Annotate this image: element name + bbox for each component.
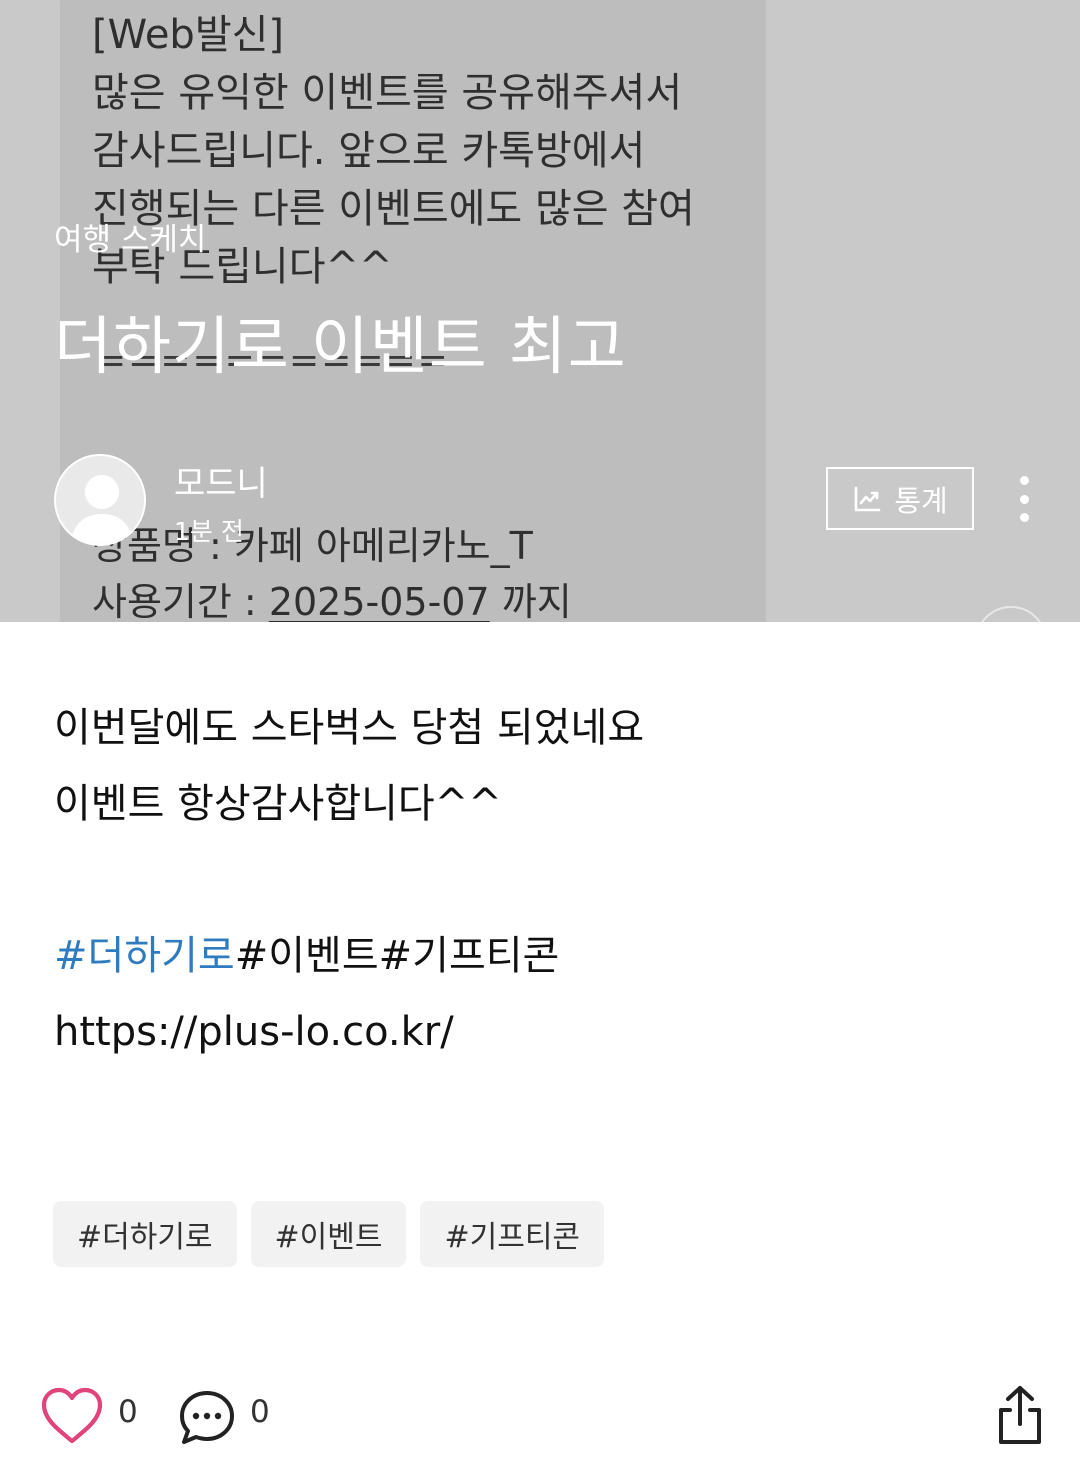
avatar[interactable]	[54, 454, 146, 546]
message-period-line: 사용기간 : 2025-05-07 까지	[92, 574, 572, 622]
post-cover: [Web발신] 많은 유익한 이벤트를 공유해주셔서 감사드립니다. 앞으로 카…	[0, 0, 1080, 622]
content-line: 이번달에도 스타벅스 당첨 되었네요	[54, 705, 645, 751]
stats-button-label: 통계	[894, 483, 948, 518]
avatar-icon	[56, 456, 144, 544]
post-time: 1분 전	[174, 517, 244, 546]
hashtag-link[interactable]: #더하기로	[54, 933, 235, 979]
post-category[interactable]: 여행 스케치	[54, 214, 206, 259]
post-actions: 0 0	[0, 1380, 1080, 1450]
message-period-date: 2025-05-07	[268, 580, 490, 622]
comment-count: 0	[250, 1394, 270, 1430]
like-count: 0	[118, 1394, 138, 1430]
cover-decoration	[975, 606, 1047, 622]
author-name[interactable]: 모드니	[174, 456, 268, 505]
comment-icon[interactable]	[178, 1388, 236, 1446]
more-vertical-icon[interactable]	[1004, 474, 1044, 524]
content-hashtags: #더하기로#이벤트#기프티콘	[54, 918, 1034, 994]
hashtag-text: #이벤트#기프티콘	[234, 933, 560, 979]
share-icon[interactable]	[995, 1384, 1045, 1446]
tag-chip[interactable]: #기프티콘	[420, 1201, 605, 1267]
content-line: 이벤트 항상감사합니다^^	[54, 781, 502, 827]
tag-chip[interactable]: #이벤트	[250, 1201, 407, 1267]
content-url: https://plus-lo.co.kr/	[54, 1009, 454, 1055]
chart-icon	[855, 486, 881, 511]
post-content: 이번달에도 스타벅스 당첨 되었네요 이벤트 항상감사합니다^^ #더하기로#이…	[54, 690, 1034, 1070]
message-period-suffix: 까지	[489, 580, 572, 622]
tag-chip[interactable]: #더하기로	[53, 1201, 237, 1267]
message-product-line: 상품명 : 카페 아메리카노_T	[92, 524, 533, 568]
message-period-label: 사용기간 :	[92, 580, 269, 622]
post-title: 더하기로 이벤트 최고	[54, 310, 627, 383]
tag-list: #더하기로 #이벤트 #기프티콘	[53, 1201, 605, 1267]
heart-icon[interactable]	[40, 1386, 104, 1446]
stats-button[interactable]: 통계	[826, 467, 974, 530]
